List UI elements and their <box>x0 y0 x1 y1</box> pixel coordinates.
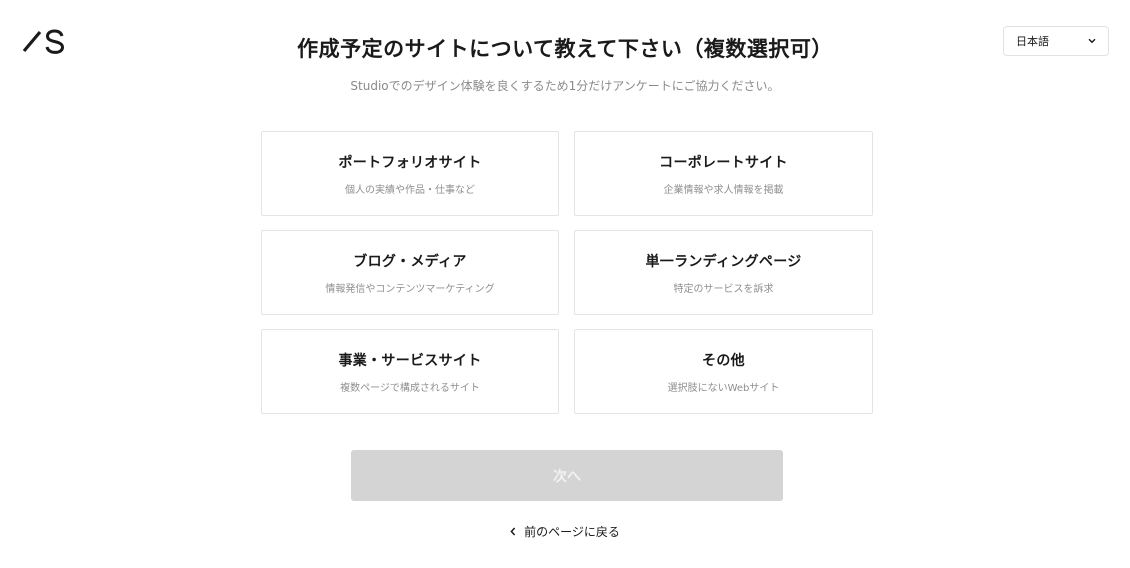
option-description: 特定のサービスを訴求 <box>673 283 774 295</box>
option-title: ブログ・メディア <box>353 253 467 270</box>
back-link[interactable]: 前のページに戻る <box>0 523 1130 540</box>
option-portfolio-site[interactable]: ポートフォリオサイト 個人の実績や作品・仕事など <box>261 131 559 216</box>
option-title: コーポレートサイト <box>659 154 788 171</box>
chevron-left-icon <box>510 525 516 539</box>
next-button[interactable]: 次へ <box>351 450 783 501</box>
site-type-options: ポートフォリオサイト 個人の実績や作品・仕事など コーポレートサイト 企業情報や… <box>261 131 873 414</box>
page-title: 作成予定のサイトについて教えて下さい（複数選択可） <box>297 37 833 61</box>
option-description: 情報発信やコンテンツマーケティング <box>325 283 495 295</box>
back-link-label: 前のページに戻る <box>524 525 620 539</box>
page-subtitle: Studioでのデザイン体験を良くするため1分だけアンケートにご協力ください。 <box>350 79 780 93</box>
option-title: 事業・サービスサイト <box>338 352 482 369</box>
option-description: 個人の実績や作品・仕事など <box>345 184 475 196</box>
option-blog-media[interactable]: ブログ・メディア 情報発信やコンテンツマーケティング <box>261 230 559 315</box>
survey-page: 日本語 作成予定のサイトについて教えて下さい（複数選択可） Studioでのデザ… <box>0 0 1130 568</box>
option-business-service-site[interactable]: 事業・サービスサイト 複数ページで構成されるサイト <box>261 329 559 414</box>
option-description: 複数ページで構成されるサイト <box>340 382 480 394</box>
option-other[interactable]: その他 選択肢にないWebサイト <box>574 329 873 414</box>
option-title: その他 <box>702 352 745 369</box>
option-title: ポートフォリオサイト <box>338 154 482 171</box>
option-description: 選択肢にないWebサイト <box>667 382 780 394</box>
option-corporate-site[interactable]: コーポレートサイト 企業情報や求人情報を掲載 <box>574 131 873 216</box>
option-description: 企業情報や求人情報を掲載 <box>663 184 784 196</box>
option-landing-page[interactable]: 単一ランディングページ 特定のサービスを訴求 <box>574 230 873 315</box>
option-title: 単一ランディングページ <box>645 253 802 270</box>
